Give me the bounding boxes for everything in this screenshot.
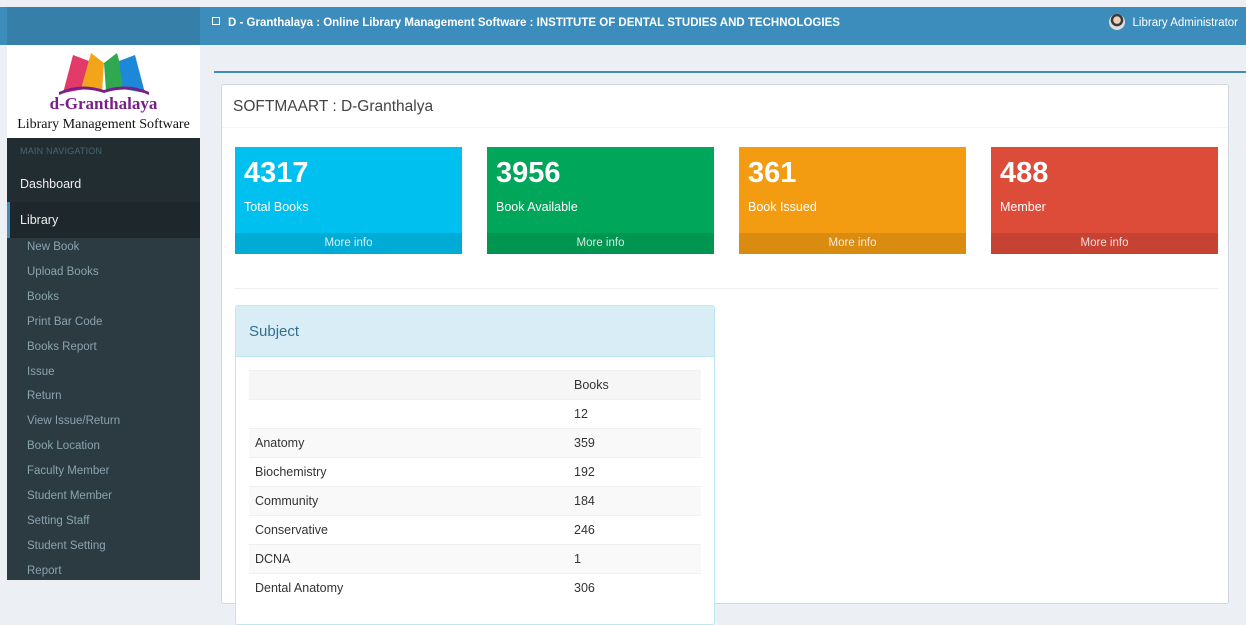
more-info-link[interactable]: More info bbox=[739, 233, 966, 254]
page-title: SOFTMAART : D-Granthalya bbox=[233, 98, 434, 115]
stat-label: Total Books bbox=[244, 200, 309, 214]
logo-name: d-Granthalaya bbox=[49, 94, 158, 113]
books-count-cell: 306 bbox=[568, 573, 701, 602]
table-row: DCNA 1 bbox=[249, 544, 701, 574]
logo[interactable]: d-Granthalaya Library Management Softwar… bbox=[7, 45, 200, 138]
submenu-item-report[interactable]: Report bbox=[27, 559, 62, 580]
user-avatar-icon bbox=[1108, 14, 1125, 30]
stat-box-book-available: 3956 Book Available More info bbox=[487, 147, 714, 254]
box-header: SOFTMAART : D-Granthalya bbox=[222, 85, 1228, 128]
submenu-item-books-report[interactable]: Books Report bbox=[27, 335, 97, 359]
content-top-rule bbox=[214, 71, 1246, 73]
column-header-books: Books bbox=[568, 370, 701, 400]
table-row: Conservative 246 bbox=[249, 515, 701, 545]
content-area: SOFTMAART : D-Granthalya 4317 Total Book… bbox=[200, 45, 1246, 625]
submenu-item-faculty-member[interactable]: Faculty Member bbox=[27, 459, 109, 483]
stat-value: 4317 bbox=[244, 157, 309, 189]
more-info-link[interactable]: More info bbox=[487, 233, 714, 254]
submenu-item-student-setting[interactable]: Student Setting bbox=[27, 534, 106, 558]
library-submenu: New Book Upload Books Books Print Bar Co… bbox=[7, 238, 200, 580]
submenu-item-student-member[interactable]: Student Member bbox=[27, 484, 112, 508]
dashboard-box: SOFTMAART : D-Granthalya 4317 Total Book… bbox=[221, 84, 1229, 625]
books-count-cell: 359 bbox=[568, 428, 701, 458]
header-logo-strip bbox=[7, 7, 200, 45]
user-menu[interactable]: Library Administrator bbox=[1108, 7, 1238, 45]
books-count-cell: 184 bbox=[568, 486, 701, 516]
stat-label: Book Issued bbox=[748, 200, 817, 214]
nav-header: MAIN NAVIGATION bbox=[20, 146, 103, 156]
top-header: D - Granthalaya : Online Library Managem… bbox=[0, 7, 1246, 45]
sidebar-item-dashboard[interactable]: Dashboard bbox=[7, 166, 200, 202]
sidebar-item-library[interactable]: Library bbox=[7, 202, 200, 238]
logo-tagline: Library Management Software bbox=[17, 117, 190, 132]
books-count-cell: 1 bbox=[568, 544, 701, 574]
app-title: D - Granthalaya : Online Library Managem… bbox=[212, 7, 840, 45]
table-row: 12 bbox=[249, 399, 701, 429]
sidebar: d-Granthalaya Library Management Softwar… bbox=[7, 45, 200, 580]
subject-panel: Subject Books 12 Anatomy 359 Biochemistr… bbox=[235, 305, 715, 625]
table-row: Community 184 bbox=[249, 486, 701, 516]
submenu-item-setting-staff[interactable]: Setting Staff bbox=[27, 509, 89, 533]
column-header-subject bbox=[249, 370, 568, 400]
submenu-item-new-book[interactable]: New Book bbox=[27, 235, 79, 259]
user-name: Library Administrator bbox=[1132, 17, 1238, 29]
more-info-link[interactable]: More info bbox=[991, 233, 1218, 254]
table-row: Biochemistry 192 bbox=[249, 457, 701, 487]
stat-value: 3956 bbox=[496, 157, 561, 189]
subject-cell: Conservative bbox=[249, 515, 568, 545]
menu-square-icon[interactable] bbox=[212, 17, 220, 25]
subject-table: Books 12 Anatomy 359 Biochemistry 192 Co… bbox=[249, 370, 701, 602]
book-logo-icon bbox=[59, 53, 149, 95]
submenu-item-view-issue-return[interactable]: View Issue/Return bbox=[27, 409, 120, 433]
stat-box-member: 488 Member More info bbox=[991, 147, 1218, 254]
stat-box-book-issued: 361 Book Issued More info bbox=[739, 147, 966, 254]
stat-label: Book Available bbox=[496, 200, 578, 214]
table-row: Dental Anatomy 306 bbox=[249, 573, 701, 602]
stat-value: 361 bbox=[748, 157, 797, 189]
table-row: Anatomy 359 bbox=[249, 428, 701, 458]
books-count-cell: 192 bbox=[568, 457, 701, 487]
subject-cell: Community bbox=[249, 486, 568, 516]
subject-cell: Biochemistry bbox=[249, 457, 568, 487]
subject-cell bbox=[249, 399, 568, 429]
submenu-item-upload-books[interactable]: Upload Books bbox=[27, 260, 99, 284]
subject-cell: DCNA bbox=[249, 544, 568, 574]
books-count-cell: 246 bbox=[568, 515, 701, 545]
submenu-item-book-location[interactable]: Book Location bbox=[27, 434, 100, 458]
subject-cell: Dental Anatomy bbox=[249, 573, 568, 602]
subject-cell: Anatomy bbox=[249, 428, 568, 458]
subject-panel-heading: Subject bbox=[236, 306, 714, 357]
submenu-item-books[interactable]: Books bbox=[27, 285, 59, 309]
subject-panel-title: Subject bbox=[249, 323, 300, 340]
stat-label: Member bbox=[1000, 200, 1046, 214]
books-count-cell: 12 bbox=[568, 399, 701, 429]
submenu-item-return[interactable]: Return bbox=[27, 384, 62, 408]
section-divider bbox=[235, 288, 1218, 289]
submenu-item-print-bar-code[interactable]: Print Bar Code bbox=[27, 310, 102, 334]
stat-box-total-books: 4317 Total Books More info bbox=[235, 147, 462, 254]
more-info-link[interactable]: More info bbox=[235, 233, 462, 254]
stat-value: 488 bbox=[1000, 157, 1049, 189]
app-title-text: D - Granthalaya : Online Library Managem… bbox=[228, 17, 840, 29]
table-header-row: Books bbox=[249, 370, 701, 400]
submenu-item-issue[interactable]: Issue bbox=[27, 360, 55, 384]
